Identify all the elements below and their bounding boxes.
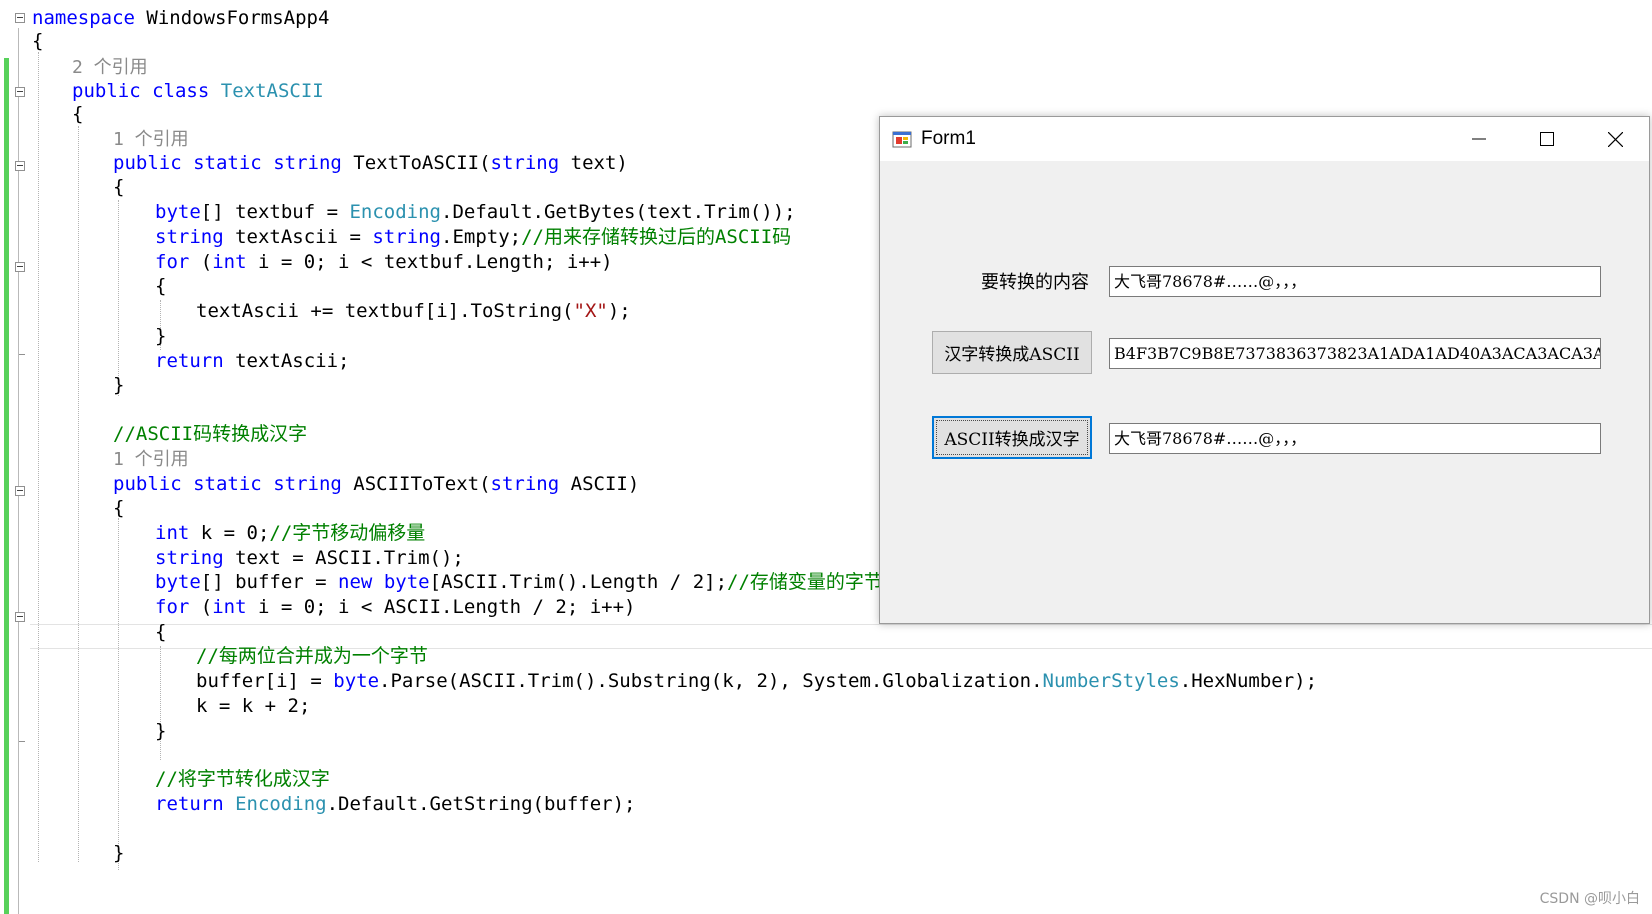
change-indicator-bar (4, 58, 9, 914)
to-ascii-button[interactable]: 汉字转换成ASCII (932, 331, 1092, 374)
code-line: return Encoding.Default.GetString(buffer… (155, 793, 636, 815)
code-line: 1 个引用 (113, 129, 189, 150)
window-title: Form1 (921, 128, 976, 149)
code-line: { (72, 103, 84, 125)
indent-guide-line (38, 52, 39, 862)
content-label: 要转换的内容 (981, 272, 1089, 293)
fold-toggle[interactable] (15, 161, 25, 171)
code-line: namespace WindowsFormsApp4 (32, 7, 330, 29)
text-output-textbox[interactable]: 大飞哥78678#……@，，， (1109, 423, 1601, 454)
code-line: //ASCII码转换成汉字 (113, 423, 308, 445)
code-line: { (155, 275, 167, 297)
code-line: byte[] textbuf = Encoding.Default.GetByt… (155, 201, 796, 223)
fold-toggle[interactable] (15, 13, 25, 23)
code-line: for (int i = 0; i < textbuf.Length; i++) (155, 251, 613, 273)
code-line: 2 个引用 (72, 57, 148, 78)
fold-toggle[interactable] (15, 87, 25, 97)
code-line: return textAscii; (155, 350, 350, 372)
title-bar[interactable]: Form1 (880, 117, 1649, 161)
maximize-icon (1540, 132, 1554, 146)
form1-window[interactable]: Form1 要转换的内容 大飞哥78678#……@，，， 汉字转换成ASCII … (879, 116, 1650, 624)
form-app-icon (892, 131, 912, 148)
fold-end-marker (19, 741, 25, 742)
fold-toggle[interactable] (15, 612, 25, 622)
code-line: //每两位合并成为一个字节 (196, 645, 428, 667)
fold-end-marker (19, 354, 25, 355)
code-line: textAscii += textbuf[i].ToString("X"); (196, 300, 631, 322)
code-line: { (32, 30, 44, 52)
code-line: public static string ASCIIToText(string … (113, 473, 640, 495)
indent-guide-line (118, 200, 119, 396)
code-line: 1 个引用 (113, 449, 189, 470)
code-line: { (113, 176, 125, 198)
close-icon (1607, 131, 1623, 147)
code-line: } (155, 325, 167, 347)
code-line: public static string TextToASCII(string … (113, 152, 628, 174)
indent-guide-line (78, 126, 79, 862)
ascii-output-textbox[interactable]: B4F3B7C9B8E7373836373823A1ADA1AD40A3ACA3… (1109, 338, 1601, 369)
code-line: int k = 0;//字节移动偏移量 (155, 522, 426, 544)
code-line: string text = ASCII.Trim(); (155, 547, 464, 569)
code-line: { (113, 497, 125, 519)
code-line: for (int i = 0; i < ASCII.Length / 2; i+… (155, 596, 636, 618)
code-line: //将字节转化成汉字 (155, 768, 330, 790)
code-line: } (113, 374, 125, 396)
code-line: } (155, 720, 167, 742)
code-line: byte[] buffer = new byte[ASCII.Trim().Le… (155, 571, 883, 593)
to-text-button[interactable]: ASCII转换成汉字 (932, 416, 1092, 459)
code-line: } (113, 842, 125, 864)
minimize-button[interactable] (1445, 117, 1513, 161)
indent-guide-line (118, 518, 119, 870)
close-button[interactable] (1581, 117, 1649, 161)
code-line: { (155, 621, 167, 643)
source-text-input[interactable]: 大飞哥78678#……@，，， (1109, 266, 1601, 297)
minimize-icon (1472, 138, 1486, 140)
code-line: k = k + 2; (196, 695, 311, 717)
fold-toggle[interactable] (15, 262, 25, 272)
watermark: CSDN @呗小白 (1539, 891, 1640, 907)
fold-toggle[interactable] (15, 486, 25, 496)
code-line: string textAscii = string.Empty;//用来存储转换… (155, 226, 792, 248)
maximize-button[interactable] (1513, 117, 1581, 161)
code-line: public class TextASCII (72, 80, 324, 102)
code-line: buffer[i] = byte.Parse(ASCII.Trim().Subs… (196, 670, 1318, 692)
